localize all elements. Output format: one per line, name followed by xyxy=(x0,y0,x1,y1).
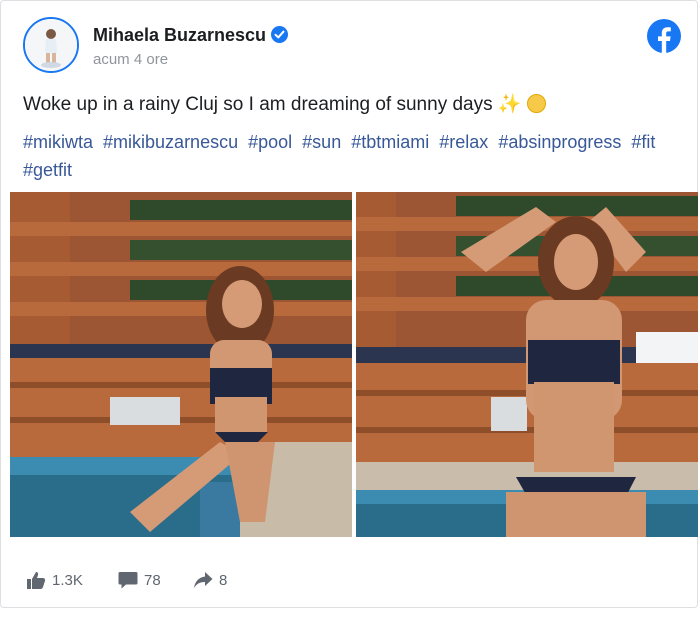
hashtag-link[interactable]: #fit xyxy=(631,132,655,152)
hashtag-link[interactable]: #mikibuzarnescu xyxy=(103,132,238,152)
like-stat[interactable]: 1.3K xyxy=(26,571,83,589)
hashtag-link[interactable]: #getfit xyxy=(23,160,72,180)
photo-grid xyxy=(10,192,698,537)
sun-emoji-icon xyxy=(526,94,546,113)
comment-count: 78 xyxy=(144,571,161,589)
comment-icon xyxy=(118,572,138,589)
verified-badge-icon xyxy=(271,26,289,43)
hashtag-link[interactable]: #sun xyxy=(302,132,341,152)
avatar[interactable] xyxy=(23,17,79,73)
sparkles-icon: ✨ xyxy=(497,94,522,115)
like-icon xyxy=(27,572,46,589)
post-text: Woke up in a rainy Cluj so I am dreaming… xyxy=(23,92,546,116)
share-count: 8 xyxy=(219,571,228,589)
comment-stat[interactable]: 78 xyxy=(118,571,161,589)
hashtag-list: #mikiwta #mikibuzarnescu #pool #sun #tbt… xyxy=(23,128,683,184)
post-timestamp[interactable]: acum 4 ore xyxy=(93,51,168,68)
share-icon xyxy=(194,572,213,588)
hashtag-link[interactable]: #tbtmiami xyxy=(351,132,429,152)
post-card: Mihaela Buzarnescu acum 4 ore Woke up in… xyxy=(0,0,698,608)
like-count: 1.3K xyxy=(52,571,83,589)
hashtag-link[interactable]: #relax xyxy=(439,132,488,152)
share-stat[interactable]: 8 xyxy=(193,571,227,589)
author-name-text[interactable]: Mihaela Buzarnescu xyxy=(93,25,266,45)
post-text-body: Woke up in a rainy Cluj so I am dreaming… xyxy=(23,94,493,115)
post-photo-1[interactable] xyxy=(10,192,352,537)
post-header: Mihaela Buzarnescu acum 4 ore xyxy=(23,17,681,77)
hashtag-link[interactable]: #mikiwta xyxy=(23,132,93,152)
post-photo-2[interactable] xyxy=(356,192,698,537)
hashtag-link[interactable]: #pool xyxy=(248,132,292,152)
hashtag-link[interactable]: #absinprogress xyxy=(498,132,621,152)
facebook-logo-icon[interactable] xyxy=(647,19,681,53)
author-name[interactable]: Mihaela Buzarnescu xyxy=(93,25,289,46)
